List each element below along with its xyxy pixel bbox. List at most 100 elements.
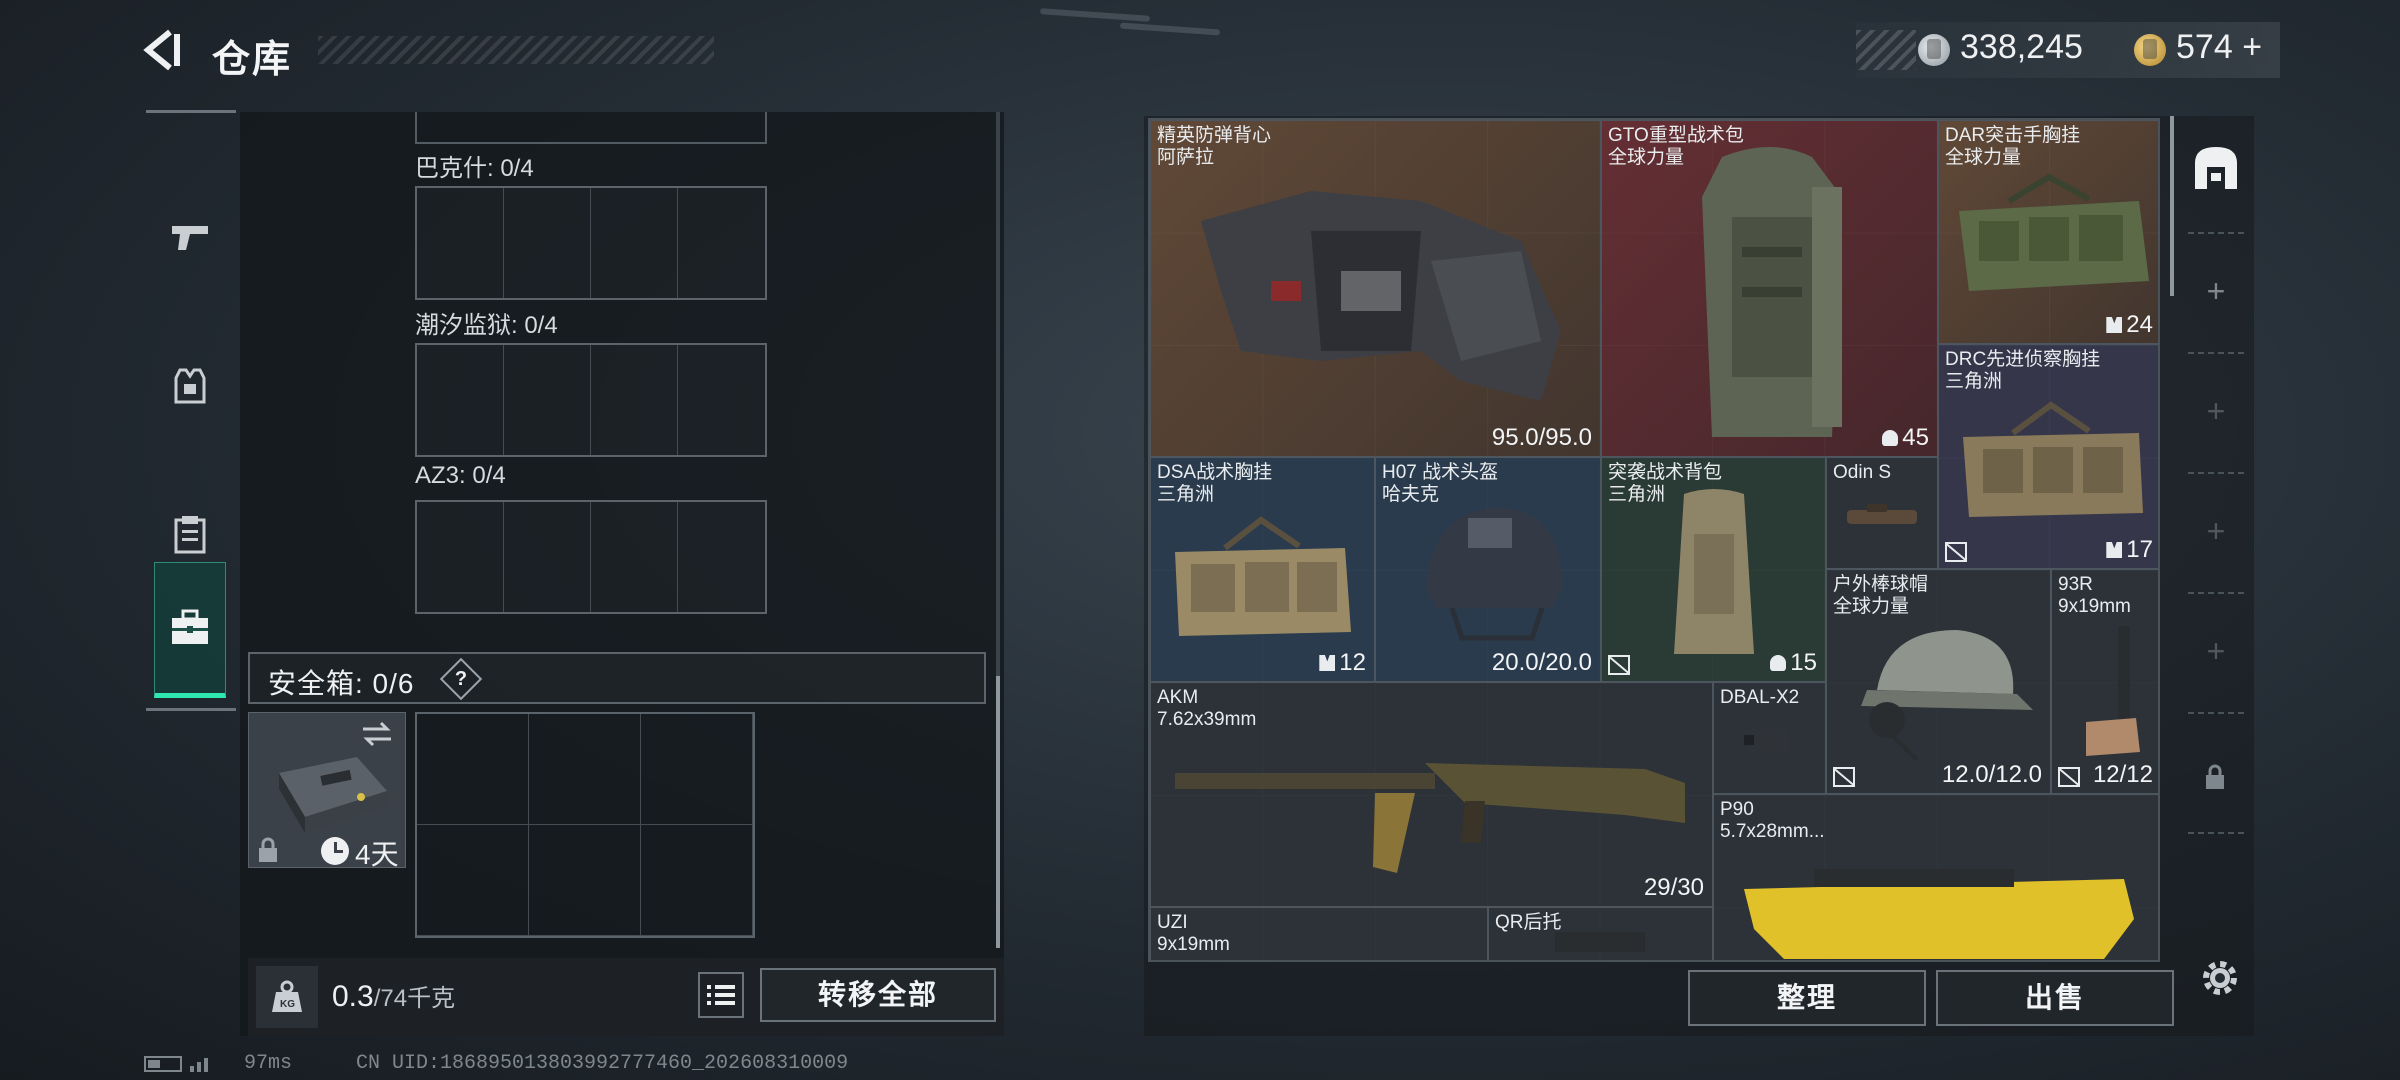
item-card[interactable]: P90 5.7x28mm...: [1713, 794, 2158, 960]
rig-badge-icon: [1319, 655, 1336, 671]
scrollbar-thumb[interactable]: [996, 676, 1000, 948]
container-grid[interactable]: [415, 186, 767, 300]
list-icon: [707, 985, 735, 1005]
top-header: 仓库 338,245 574 +: [140, 22, 2280, 81]
item-title: AKM: [1157, 687, 1199, 708]
item-title: 93R: [2058, 574, 2093, 595]
durability-value: 95.0/95.0: [1491, 424, 1592, 451]
transfer-all-button[interactable]: 转移全部: [760, 968, 996, 1022]
currency-panel: 338,245 574 +: [1856, 22, 2280, 78]
pistol-icon: [172, 226, 208, 250]
rail-divider: [2188, 472, 2244, 474]
item-name: GTO重型战术包 全球力量: [1608, 125, 1744, 169]
item-card[interactable]: DAR突击手胸挂 全球力量 24: [1938, 120, 2158, 344]
item-name: DBAL-X2: [1720, 687, 1800, 708]
scrollbar-thumb[interactable]: [2170, 116, 2174, 296]
gold-balance[interactable]: 574 +: [2176, 28, 2262, 67]
durability-value: 12.0/12.0: [1941, 761, 2042, 788]
safe-box-grid[interactable]: [415, 712, 755, 938]
item-origin: 9x19mm: [1157, 934, 1230, 955]
lock-icon: [2206, 764, 2224, 789]
briefcase-icon: [172, 609, 208, 644]
clock-icon: [321, 837, 349, 865]
item-card[interactable]: GTO重型战术包 全球力量 45: [1601, 120, 1938, 457]
add-page-icon[interactable]: +: [2200, 275, 2232, 308]
tab-safe-box[interactable]: [154, 562, 226, 698]
item-origin: 阿萨拉: [1157, 147, 1215, 168]
item-origin: 全球力量: [1833, 596, 1910, 617]
item-card[interactable]: DRC先进侦察胸挂 三角洲 17: [1938, 344, 2158, 569]
stash-footer: KG 0.3/74千克 转移全部: [248, 958, 1004, 1036]
page-title: 仓库: [212, 39, 293, 81]
item-origin: 全球力量: [1608, 147, 1685, 168]
item-name: P90 5.7x28mm...: [1720, 799, 1825, 843]
item-card[interactable]: DBAL-X2: [1713, 682, 1826, 794]
rail-divider: [2188, 352, 2244, 354]
list-view-button[interactable]: [698, 972, 744, 1018]
gear-icon[interactable]: [2196, 954, 2244, 1002]
item-card[interactable]: AKM 7.62x39mm 29/30: [1150, 682, 1713, 907]
stock-image: [1555, 932, 1645, 952]
safe-box-label: 安全箱: 0/6: [268, 668, 415, 699]
item-card[interactable]: DSA战术胸挂 三角洲 12: [1150, 457, 1375, 682]
capacity-value: 24: [2106, 311, 2153, 339]
container-label: 潮汐监狱: 0/4: [415, 312, 558, 339]
item-card[interactable]: 精英防弹背心 阿萨拉 95.0/95.0: [1150, 120, 1601, 457]
add-page-icon[interactable]: +: [2200, 635, 2232, 668]
smg-image: [1744, 869, 2134, 959]
safe-case-item[interactable]: 4天: [248, 712, 406, 870]
item-card[interactable]: UZI 9x19mm: [1150, 907, 1488, 960]
item-name: 93R 9x19mm: [2058, 574, 2131, 618]
add-page-icon[interactable]: +: [2200, 515, 2232, 548]
stash-home-icon[interactable]: [2186, 138, 2246, 198]
item-origin: 7.62x39mm: [1157, 709, 1257, 730]
user-id: CN UID:1868950138039927774​60_2026083100…: [356, 1052, 849, 1075]
weight-max: /74千克: [373, 985, 456, 1012]
durability-value: 20.0/20.0: [1491, 649, 1592, 676]
item-origin: 9x19mm: [2058, 596, 2131, 617]
item-name: 户外棒球帽 全球力量: [1833, 574, 1928, 618]
chest-rig-image: [1959, 173, 2149, 291]
sell-button[interactable]: 出售: [1936, 970, 2174, 1026]
tab-equipment[interactable]: [154, 318, 226, 454]
item-name: 精英防弹背心 阿萨拉: [1157, 125, 1271, 169]
stash-panel: 巴克什: 0/4 潮汐监狱: 0/4 AZ3: 0/4 安全箱: 0/6 ? 4…: [240, 112, 1004, 1036]
body-armor-image: [1201, 191, 1561, 401]
backpack-badge-icon: [1770, 655, 1787, 671]
sort-button[interactable]: 整理: [1688, 970, 1926, 1026]
container-grid[interactable]: [415, 343, 767, 457]
inventory-panel: 精英防弹背心 阿萨拉 95.0/95.0 GTO重型战术包 全球力量 45 DA…: [1144, 116, 2254, 1036]
item-title: H07 战术头盔: [1382, 462, 1499, 483]
container-label: AZ3: 0/4: [415, 462, 506, 489]
gold-add-button[interactable]: +: [2242, 28, 2262, 66]
item-card[interactable]: 户外棒球帽 全球力量 12.0/12.0: [1826, 569, 2051, 794]
item-card[interactable]: QR后托: [1488, 907, 1713, 960]
item-card[interactable]: 突袭战术背包 三角洲 15: [1601, 457, 1826, 682]
no-repair-icon: [1945, 542, 1967, 562]
back-arrow-icon[interactable]: [140, 28, 184, 72]
container-grid[interactable]: [415, 500, 767, 614]
capacity-number: 45: [1902, 424, 1929, 451]
item-card[interactable]: 93R 9x19mm 12/12: [2051, 569, 2158, 794]
item-name: DAR突击手胸挂 全球力量: [1945, 125, 2080, 169]
capacity-value: 17: [2106, 536, 2153, 564]
rifle-image: [1175, 763, 1685, 873]
silver-balance: 338,245: [1960, 28, 2083, 66]
item-card[interactable]: Odin S: [1826, 457, 1938, 569]
tab-weapons[interactable]: [154, 170, 226, 306]
add-page-icon[interactable]: +: [2200, 395, 2232, 428]
item-name: Odin S: [1833, 462, 1892, 483]
safe-box-header: 安全箱: 0/6 ?: [248, 652, 986, 704]
item-card[interactable]: H07 战术头盔 哈夫克 20.0/20.0: [1375, 457, 1601, 682]
item-name: H07 战术头盔 哈夫克: [1382, 462, 1498, 506]
item-title: UZI: [1157, 912, 1188, 933]
currency-decoration: [1856, 30, 1916, 70]
no-repair-icon: [1608, 655, 1630, 675]
item-name: UZI 9x19mm: [1157, 912, 1230, 956]
item-title: P90: [1720, 799, 1754, 820]
item-origin: 全球力量: [1945, 147, 2022, 168]
help-button[interactable]: ?: [439, 657, 483, 701]
ammo-value: 12/12: [2092, 761, 2153, 788]
item-title: 户外棒球帽: [1833, 574, 1929, 595]
ammo-value: 29/30: [1643, 874, 1704, 901]
